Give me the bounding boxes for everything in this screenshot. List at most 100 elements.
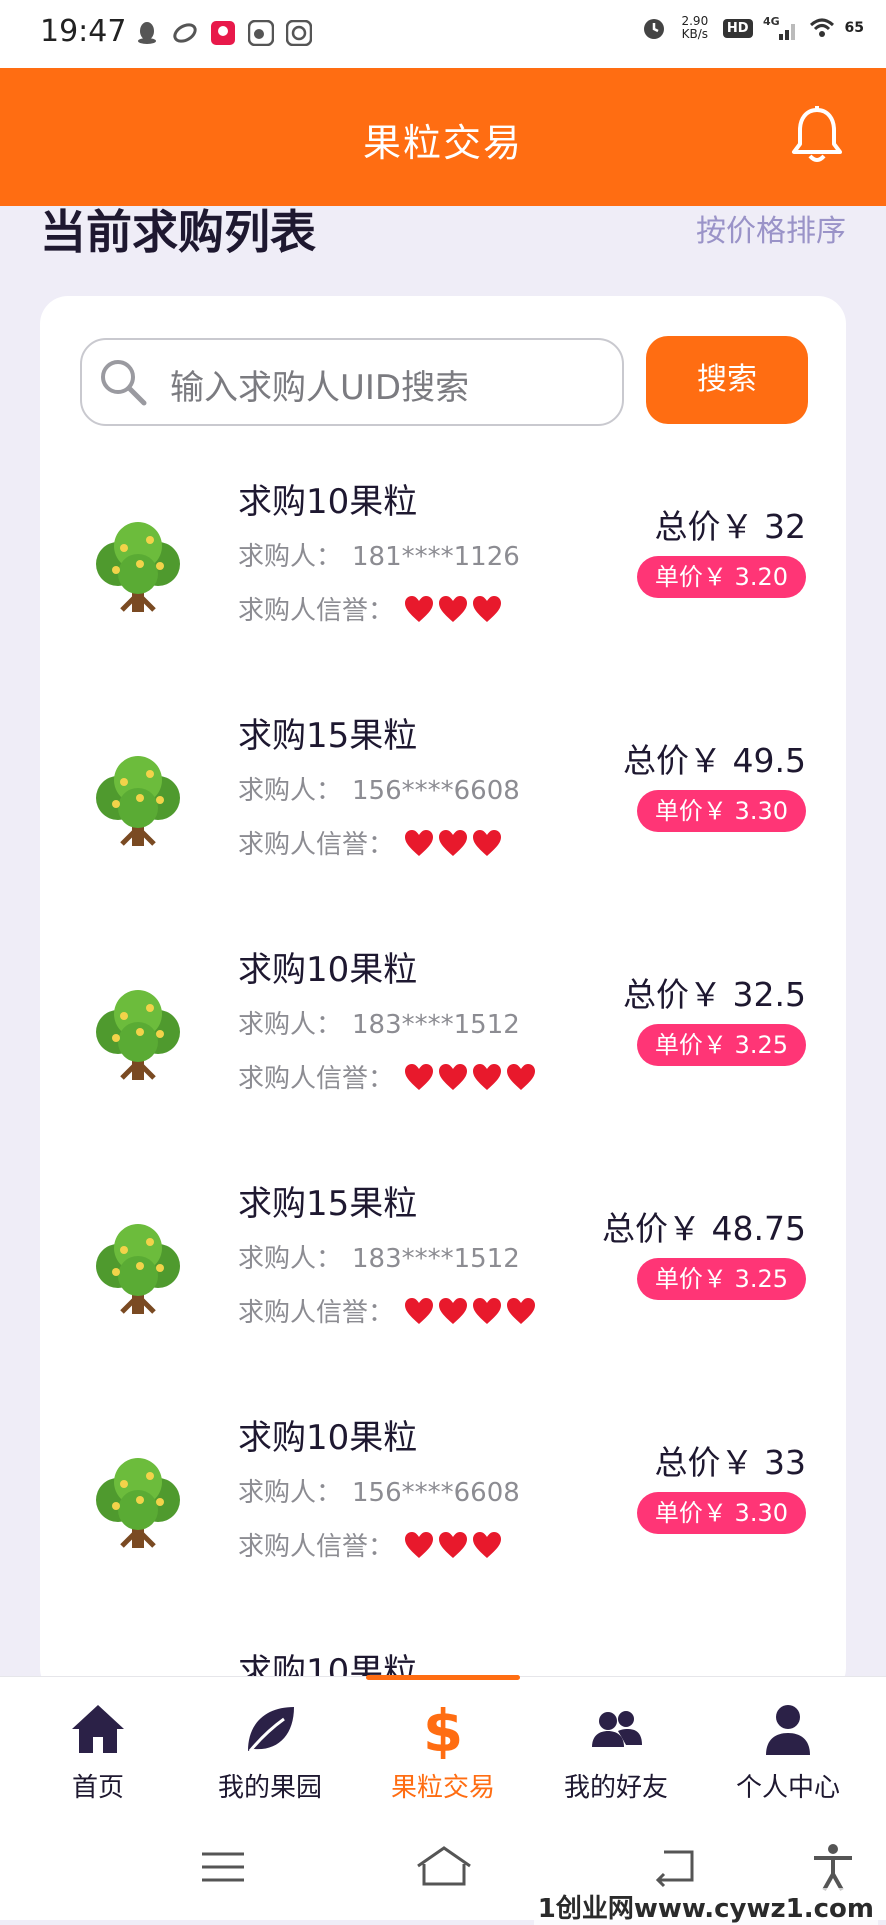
order-title: 求购15果粒: [238, 716, 418, 756]
reputation-line: 求购人信誉：: [238, 1292, 536, 1329]
heart-icon: [507, 1297, 535, 1324]
tree-icon: [96, 756, 180, 846]
order-row[interactable]: 求购10果粒 求购人： 156****6608 求购人信誉： 总价￥ 33 单价￥ 3.3…: [40, 1406, 846, 1640]
buyer-line: 求购人： 181****1126: [238, 536, 520, 573]
tab-label: 果粒交易: [390, 1773, 495, 1803]
order-row[interactable]: 求购15果粒 求购人： 156****6608 求购人信誉： 总价￥ 49.5 单价￥ 3…: [40, 704, 846, 938]
bottom-tab-bar: 首页 我的果园 $ 果粒交易 我的好友 个人中心: [0, 1675, 886, 1813]
status-time: 19:47: [40, 14, 127, 49]
order-title: 求购15果粒: [238, 1184, 418, 1224]
reputation-label: 求购人信誉：: [238, 1064, 395, 1094]
tab-my-friends[interactable]: 我的好友: [536, 1677, 696, 1813]
user-icon: [766, 1705, 810, 1755]
app-header: 果粒交易: [0, 68, 886, 206]
reputation-line: 求购人信誉：: [238, 590, 502, 627]
total-price: 总价￥ 48.75: [602, 1209, 806, 1248]
order-row[interactable]: 求购15果粒 求购人： 183****1512 求购人信誉： 总价￥ 48.75 单价￥ …: [40, 1172, 846, 1406]
reputation-label: 求购人信誉：: [238, 1298, 395, 1328]
news-icon: [286, 20, 312, 46]
heart-icon: [439, 595, 467, 622]
tab-label: 个人中心: [735, 1773, 840, 1803]
heart-icon: [405, 595, 433, 622]
reputation-hearts: [404, 829, 502, 857]
bell-icon[interactable]: [788, 104, 846, 168]
heart-icon: [405, 1531, 433, 1558]
accessibility-icon[interactable]: [808, 1842, 858, 1892]
network-speed-unit: KB/s: [681, 27, 709, 41]
buyer-line: 求购人： 156****6608: [238, 770, 520, 807]
status-notification-icons: [134, 20, 312, 46]
search-button[interactable]: 搜索: [646, 336, 808, 424]
buyer-label: 求购人：: [238, 1010, 343, 1040]
tab-profile[interactable]: 个人中心: [708, 1677, 868, 1813]
purchase-list-card: 输入求购人UID搜索 搜索 求购10果粒 求购人： 181****1126 求购人信誉…: [40, 296, 846, 1696]
wifi-icon: [809, 18, 834, 37]
reputation-hearts: [404, 1063, 536, 1091]
reputation-hearts: [404, 1297, 536, 1325]
home-icon: [72, 1705, 124, 1753]
buyer-id: 183****1512: [352, 1010, 520, 1040]
tab-label: 我的好友: [563, 1773, 668, 1803]
heart-icon: [405, 1297, 433, 1324]
heart-icon: [473, 1063, 501, 1090]
reputation-label: 求购人信誉：: [238, 1532, 395, 1562]
watermark: 1创业网www.cywz1.com: [533, 1888, 878, 1925]
heart-icon: [439, 829, 467, 856]
section-title: 当前求购列表: [40, 205, 316, 259]
network-speed: 2.90 KB/s: [677, 15, 713, 41]
unit-price-badge: 单价￥ 3.25: [636, 1024, 806, 1066]
heart-icon: [473, 1297, 501, 1324]
unit-price-badge: 单价￥ 3.20: [636, 556, 806, 598]
heart-icon: [473, 595, 501, 622]
order-row[interactable]: 求购10果粒求购人： 183****1512 求购人信誉： 总价￥ 32.5 单价￥ 3…: [40, 938, 846, 1172]
tab-home[interactable]: 首页: [18, 1677, 178, 1813]
tab-my-orchard[interactable]: 我的果园: [190, 1677, 350, 1813]
battery-level: 65: [844, 20, 864, 36]
friends-icon: [592, 1711, 642, 1747]
signal-icon: 4G: [763, 15, 795, 40]
sort-by-price-link[interactable]: 按价格排序: [696, 206, 846, 250]
reputation-line: 求购人信誉：: [238, 1058, 536, 1095]
buyer-id: 181****1126: [352, 542, 520, 572]
unit-price-badge: 单价￥ 3.30: [636, 1492, 806, 1534]
buyer-label: 求购人：: [238, 776, 343, 806]
total-price: 总价￥ 32.5: [623, 975, 806, 1014]
home-nav-icon[interactable]: [414, 1842, 474, 1892]
leaf-icon: [248, 1707, 294, 1752]
reputation-hearts: [404, 1531, 502, 1559]
app-badge-icon: [211, 21, 235, 45]
tab-label: 我的果园: [217, 1773, 322, 1803]
menu-icon[interactable]: [198, 1842, 248, 1892]
buyer-id: 156****6608: [352, 776, 520, 806]
heart-icon: [473, 829, 501, 856]
tab-trade[interactable]: $ 果粒交易: [363, 1677, 523, 1813]
total-price: 总价￥ 32: [654, 507, 806, 546]
alarm-icon: [643, 19, 664, 39]
dollar-icon: $: [423, 1699, 463, 1759]
order-row[interactable]: 求购10果粒求购人： 181****1126 求购人信誉： 总价￥ 32 单价￥ 3.2…: [40, 470, 846, 704]
hd-badge: HD: [722, 18, 753, 38]
reputation-line: 求购人信誉：: [238, 824, 502, 861]
back-icon[interactable]: [650, 1842, 700, 1892]
heart-icon: [405, 829, 433, 856]
tree-icon: [96, 990, 180, 1080]
heart-icon: [507, 1063, 535, 1090]
qq-icon: [138, 22, 156, 44]
page-title: 果粒交易: [362, 121, 523, 165]
heart-icon: [439, 1063, 467, 1090]
reputation-label: 求购人信誉：: [238, 596, 395, 626]
total-price: 总价￥ 33: [654, 1443, 806, 1482]
search-input[interactable]: 输入求购人UID搜索: [80, 338, 624, 426]
tree-icon: [96, 522, 180, 612]
status-system-icons: 2.90 KB/s HD 4G 4G 65: [641, 14, 864, 42]
buyer-id: 156****6608: [352, 1478, 520, 1508]
buyer-line: 求购人： 156****6608: [238, 1472, 520, 1509]
tab-label: 首页: [71, 1773, 124, 1803]
order-title: 求购10果粒: [238, 950, 418, 990]
status-bar: 19:47 2.90 KB/s HD 4G 4G 65: [0, 0, 886, 68]
order-title: 求购10果粒: [238, 482, 418, 522]
unit-price-badge: 单价￥ 3.30: [636, 790, 806, 832]
heart-icon: [439, 1297, 467, 1324]
heart-icon: [405, 1063, 433, 1090]
buyer-label: 求购人：: [238, 542, 343, 572]
